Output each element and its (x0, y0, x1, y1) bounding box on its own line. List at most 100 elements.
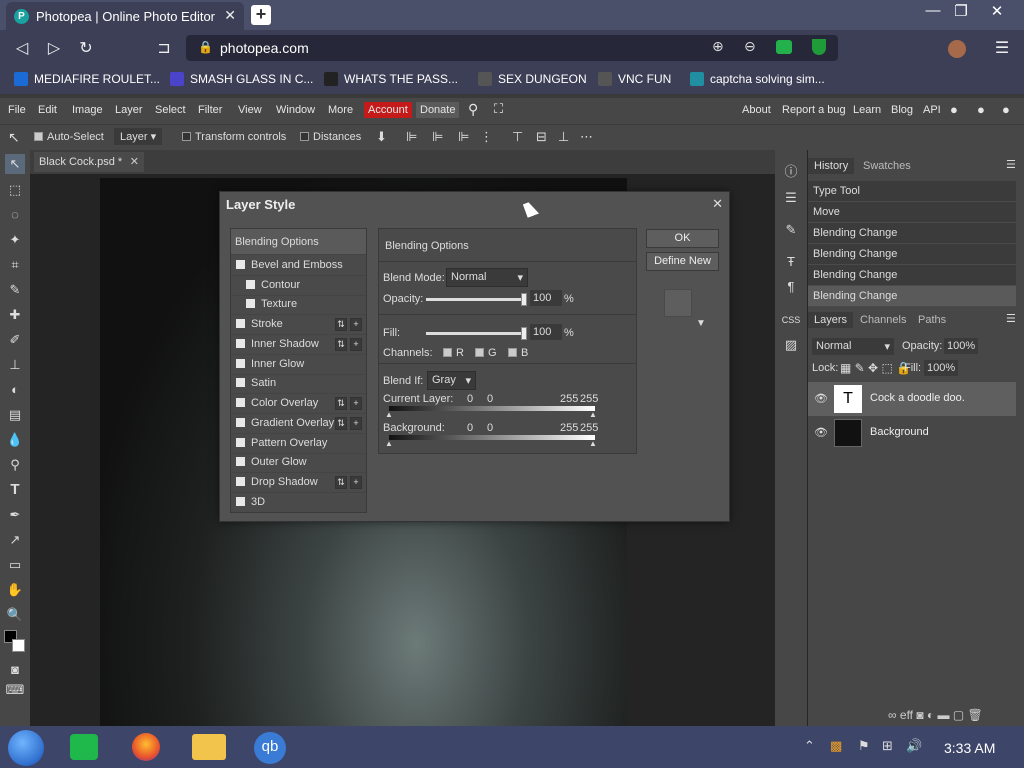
add-icon[interactable]: + (350, 417, 362, 430)
style-gradient-overlay[interactable]: Gradient Overlay ⇅ + (231, 414, 366, 434)
flag-icon[interactable]: ⚑ (858, 738, 870, 754)
blog-link[interactable]: Blog (891, 104, 913, 116)
clock[interactable]: 3:33 AM (944, 740, 995, 756)
bookmark-item[interactable]: SMASH GLASS IN C... (170, 72, 313, 86)
history-item[interactable]: Move (808, 202, 1016, 223)
reorder-icon[interactable]: ⇅ (335, 318, 347, 331)
qbittorrent-icon[interactable]: qb (254, 732, 286, 764)
style-texture[interactable]: Texture (231, 295, 366, 315)
layer-opacity-value[interactable]: 100% (944, 338, 979, 354)
paragraph-icon[interactable]: ¶ (781, 277, 801, 297)
document-tab[interactable]: Black Cock.psd * ✕ (34, 152, 144, 172)
menu-select[interactable]: Select (155, 104, 186, 116)
account-button[interactable]: Account (364, 102, 412, 118)
crop-tool-icon[interactable]: ⌗ (5, 255, 25, 275)
bookmark-item[interactable]: MEDIAFIRE ROULET... (14, 72, 160, 86)
checkbox-icon[interactable] (236, 339, 245, 348)
checkbox-icon[interactable] (246, 299, 255, 308)
checkbox-icon[interactable] (236, 438, 245, 447)
pen-tool-icon[interactable]: ✒ (5, 505, 25, 525)
background-black-handle[interactable]: ▲ (385, 439, 393, 448)
style-inner-shadow[interactable]: Inner Shadow ⇅ + (231, 335, 366, 355)
eye-icon[interactable]: 👁 (814, 392, 828, 405)
define-new-button[interactable]: Define New (646, 252, 719, 271)
checkbox-icon[interactable] (236, 260, 245, 269)
menu-image[interactable]: Image (72, 104, 103, 116)
opacity-slider-handle[interactable] (521, 293, 527, 306)
hand-tool-icon[interactable]: ✋ (5, 580, 25, 600)
opacity-value[interactable]: 100 (530, 290, 562, 306)
align-bottom-icon[interactable]: ⊥ (558, 129, 569, 145)
blur-tool-icon[interactable]: 💧 (5, 430, 25, 450)
adjustments-icon[interactable]: ☰ (781, 188, 801, 208)
firefox-icon[interactable] (132, 733, 160, 761)
facebook-icon[interactable]: ● (1002, 102, 1010, 117)
gradient-tool-icon[interactable]: ▤ (5, 405, 25, 425)
eye-icon[interactable]: 👁 (814, 426, 828, 439)
move-tool-icon[interactable]: ↖ (5, 154, 25, 174)
history-item[interactable]: Blending Change (808, 223, 1016, 244)
url-field[interactable]: 🔒 photopea.com ⊕ ⊖ (186, 35, 838, 61)
lock-icons[interactable]: ▦ ✎ ✥ ⬚ 🔒 (840, 361, 911, 375)
bookmark-item[interactable]: captcha solving sim... (690, 72, 825, 86)
tab-swatches[interactable]: Swatches (863, 160, 911, 172)
brush-settings-icon[interactable]: ✎ (781, 220, 801, 240)
tab-layers[interactable]: Layers (808, 312, 854, 328)
blend-mode-select[interactable]: Normal ▾ (446, 268, 528, 287)
zoom-out-icon[interactable]: ⊖ (744, 38, 756, 55)
tab-paths[interactable]: Paths (918, 314, 946, 326)
checkbox-icon[interactable] (236, 457, 245, 466)
reorder-icon[interactable]: ⇅ (335, 417, 347, 430)
style-drop-shadow[interactable]: Drop Shadow ⇅ + (231, 473, 366, 493)
eraser-icon[interactable]: ◐ (5, 380, 25, 400)
bookmark-item[interactable]: WHATS THE PASS... (324, 72, 458, 86)
maximize-button[interactable]: ❐ (946, 2, 976, 20)
style-contour[interactable]: Contour (231, 276, 366, 296)
background-gradient[interactable] (389, 435, 595, 440)
image-icon[interactable]: ▨ (781, 335, 801, 355)
tray-app-icon[interactable]: ▩ (830, 738, 842, 754)
zoom-in-icon[interactable]: ⊕ (712, 38, 724, 55)
checkbox-icon[interactable] (236, 418, 245, 427)
close-document-icon[interactable]: ✕ (130, 155, 139, 168)
report-bug-link[interactable]: Report a bug (782, 104, 846, 116)
menu-view[interactable]: View (238, 104, 262, 116)
opacity-slider[interactable] (426, 298, 526, 301)
eyedropper-icon[interactable]: ✎ (5, 280, 25, 300)
reorder-icon[interactable]: ⇅ (335, 476, 347, 489)
zoom-tool-icon[interactable]: 🔍 (5, 605, 25, 625)
close-tab-icon[interactable]: ✕ (224, 7, 236, 24)
menu-layer[interactable]: Layer (115, 104, 143, 116)
align-left-icon[interactable]: ⊫ (406, 129, 417, 145)
menu-more[interactable]: More (328, 104, 353, 116)
download-icon[interactable]: ⬇ (376, 129, 387, 145)
about-link[interactable]: About (742, 104, 771, 116)
search-icon[interactable]: ⚲ (468, 101, 478, 118)
style-satin[interactable]: Satin (231, 374, 366, 394)
history-item[interactable]: Blending Change (808, 286, 1016, 307)
blend-if-select[interactable]: Gray ▾ (427, 371, 476, 390)
healing-brush-icon[interactable]: ✚ (5, 305, 25, 325)
style-blending-options[interactable]: Blending Options (231, 229, 366, 255)
tray-expand-icon[interactable]: ⌃ (804, 738, 815, 754)
checkbox-icon[interactable] (236, 497, 245, 506)
menu-edit[interactable]: Edit (38, 104, 57, 116)
spreadsheet-app-icon[interactable] (70, 734, 98, 760)
css-icon[interactable]: CSS (781, 310, 801, 330)
shield-icon[interactable] (812, 39, 826, 55)
reorder-icon[interactable]: ⇅ (335, 338, 347, 351)
history-item[interactable]: Blending Change (808, 265, 1016, 286)
info-icon[interactable]: ⓘ (781, 162, 801, 182)
add-icon[interactable]: + (350, 318, 362, 331)
start-button-icon[interactable] (8, 730, 44, 766)
donate-button[interactable]: Donate (416, 102, 460, 118)
layer-fill-value[interactable]: 100% (924, 360, 959, 376)
ok-button[interactable]: OK (646, 229, 719, 248)
menu-window[interactable]: Window (276, 104, 315, 116)
checkbox-icon[interactable] (236, 319, 245, 328)
new-tab-button[interactable]: + (251, 5, 271, 25)
network-icon[interactable]: ⊞ (882, 738, 893, 754)
current-layer-white-handle[interactable]: ▲ (589, 410, 597, 419)
layer-row[interactable]: 👁 T Cock a doodle doo. (808, 382, 1016, 416)
channel-r-checkbox[interactable]: R (443, 347, 464, 359)
